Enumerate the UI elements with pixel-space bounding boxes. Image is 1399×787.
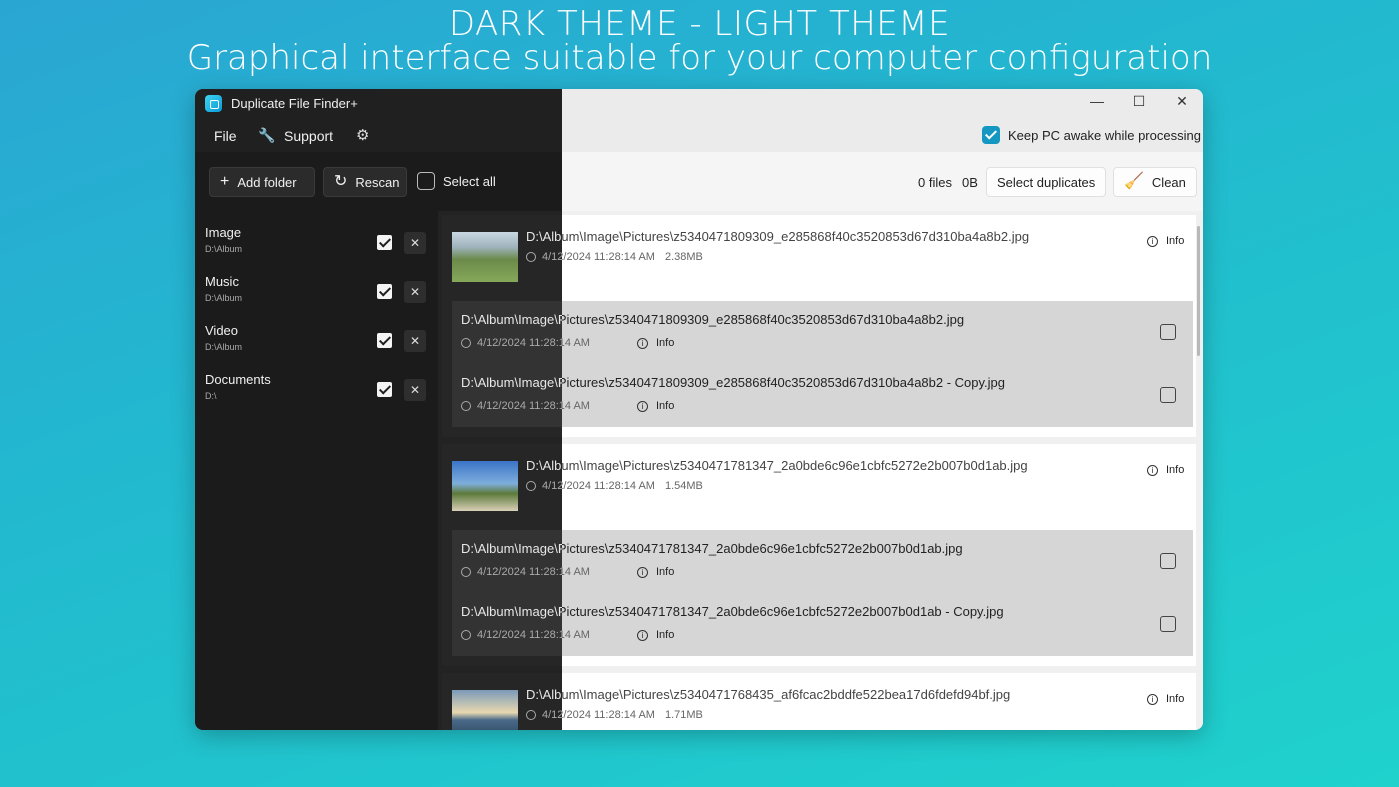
folder-checkbox[interactable] [377, 333, 392, 348]
select-duplicates-button[interactable]: Select duplicates [986, 167, 1107, 197]
group-info-button[interactable]: i Info [1147, 693, 1184, 705]
rescan-label: Rescan [355, 174, 400, 190]
refresh-icon: ↻ [334, 173, 348, 190]
group-file-size: 2.38MB [664, 251, 703, 263]
keep-awake-checkbox[interactable] [982, 126, 1000, 144]
folder-item[interactable]: Video D:\Album ✕ [195, 317, 435, 363]
menu-support[interactable]: Support [284, 128, 333, 144]
folder-name: Image [205, 225, 242, 240]
info-icon: i [637, 629, 648, 641]
folder-path: D:\Album [205, 342, 243, 352]
info-icon: i [1147, 693, 1158, 705]
stats: 0 files 0B [918, 175, 978, 190]
bot-icon[interactable]: ⚙ [356, 126, 369, 144]
info-label: Info [1166, 693, 1185, 705]
folder-checkbox[interactable] [377, 235, 392, 250]
maximize-button[interactable]: ☐ [1124, 93, 1154, 113]
duplicate-checkbox[interactable] [1160, 616, 1176, 632]
remove-folder-icon[interactable]: ✕ [404, 330, 426, 352]
duplicate-checkbox[interactable] [1160, 387, 1176, 403]
close-button[interactable]: ✕ [1167, 93, 1197, 113]
wrench-icon: 🔧 [258, 127, 276, 143]
info-label: Info [1166, 464, 1185, 476]
folder-checkbox[interactable] [377, 284, 392, 299]
folder-item[interactable]: Documents D:\ ✕ [195, 366, 435, 412]
duplicate-list: D:\Album\Image\Pictures\z5340471809309_e… [452, 301, 1193, 427]
duplicate-info-button[interactable]: i Info [637, 566, 674, 578]
duplicate-checkbox[interactable] [1160, 324, 1176, 340]
info-icon: i [637, 337, 648, 349]
dark-theme-pane: Duplicate File Finder+ File 🔧 Support ⚙ … [195, 89, 562, 730]
group-file-size: 1.71MB [664, 709, 703, 721]
info-icon: i [1147, 464, 1158, 476]
info-label: Info [656, 566, 675, 578]
remove-folder-icon[interactable]: ✕ [404, 281, 426, 303]
group-info-button[interactable]: i Info [1147, 464, 1184, 476]
folder-checkbox[interactable] [377, 382, 392, 397]
add-folder-label: Add folder [237, 174, 297, 190]
select-all-toggle[interactable]: Select all [417, 172, 496, 190]
duplicate-checkbox[interactable] [1160, 553, 1176, 569]
group-info-button[interactable]: i Info [1147, 235, 1184, 247]
info-icon: i [1147, 235, 1158, 247]
remove-folder-icon[interactable]: ✕ [404, 379, 426, 401]
app-window: — ☐ ✕ Keep PC awake while processing 0 f… [195, 89, 1203, 730]
duplicate-list: D:\Album\Image\Pictures\z5340471781347_2… [452, 530, 1193, 656]
rescan-button[interactable]: ↻ Rescan [323, 167, 407, 197]
select-all-checkbox[interactable] [417, 172, 435, 190]
app-logo-icon [205, 95, 222, 112]
info-label: Info [656, 337, 675, 349]
info-label: Info [656, 629, 675, 641]
folder-item[interactable]: Image D:\Album ✕ [195, 219, 435, 265]
headline-subtitle: Graphical interface suitable for your co… [186, 38, 1213, 78]
folder-path: D:\Album [205, 244, 243, 254]
files-count: 0 files [918, 175, 952, 190]
folder-name: Video [205, 323, 239, 338]
duplicate-info-button[interactable]: i Info [637, 337, 674, 349]
group-file-path: D:\Album\Image\Pictures\z5340471781347_2… [526, 458, 1028, 473]
group-file-path: D:\Album\Image\Pictures\z5340471809309_e… [526, 229, 1030, 244]
plus-icon: + [220, 173, 230, 190]
duplicate-info-button[interactable]: i Info [637, 400, 674, 412]
info-label: Info [1166, 235, 1185, 247]
keep-awake-label: Keep PC awake while processing [1008, 127, 1201, 143]
duplicate-info-button[interactable]: i Info [637, 629, 674, 641]
remove-folder-icon[interactable]: ✕ [404, 232, 426, 254]
folder-item[interactable]: Music D:\Album ✕ [195, 268, 435, 314]
folder-path: D:\Album [205, 293, 243, 303]
folder-name: Music [205, 274, 239, 289]
app-title: Duplicate File Finder+ [231, 96, 358, 111]
total-size: 0B [961, 175, 978, 190]
scrollbar[interactable] [1197, 226, 1200, 356]
broom-icon: 🧹 [1124, 173, 1144, 190]
clean-button[interactable]: 🧹 Clean [1113, 167, 1197, 197]
select-duplicates-label: Select duplicates [997, 174, 1096, 190]
clean-label: Clean [1151, 174, 1186, 190]
info-icon: i [637, 400, 648, 412]
select-all-label: Select all [443, 173, 496, 189]
group-file-size: 1.54MB [664, 480, 703, 492]
menu-file[interactable]: File [214, 128, 237, 144]
folder-name: Documents [205, 372, 271, 387]
info-icon: i [637, 566, 648, 578]
add-folder-button[interactable]: + Add folder [209, 167, 315, 197]
dark-list-strip [438, 211, 562, 730]
minimize-button[interactable]: — [1082, 93, 1112, 113]
folder-path: D:\ [205, 391, 217, 401]
keep-awake-toggle[interactable]: Keep PC awake while processing [982, 126, 1201, 144]
group-file-path: D:\Album\Image\Pictures\z5340471768435_a… [526, 687, 1011, 702]
info-label: Info [656, 400, 675, 412]
